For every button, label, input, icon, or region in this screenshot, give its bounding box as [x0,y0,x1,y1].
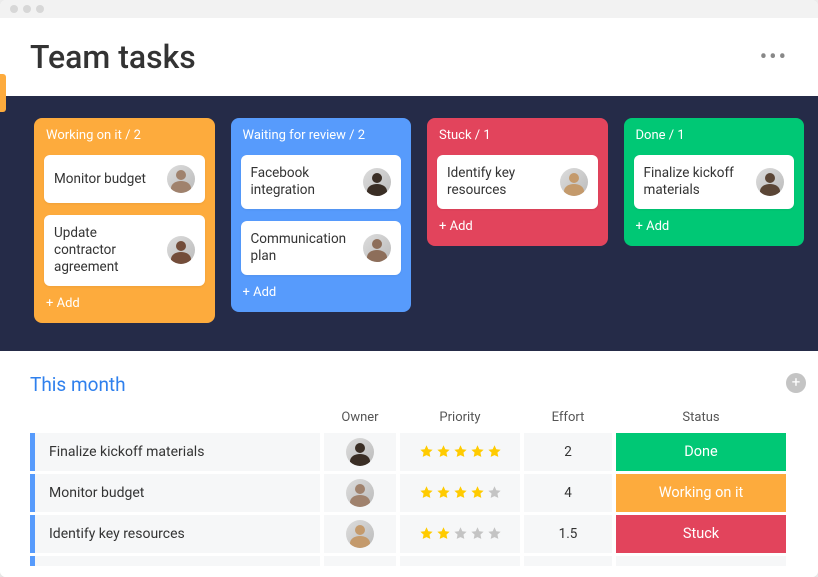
avatar[interactable] [167,165,195,193]
priority-cell[interactable] [400,433,520,471]
column-header-name[interactable] [30,413,320,425]
table-row-stub [400,556,520,566]
task-name-cell[interactable]: Monitor budget [30,474,320,512]
table-row-stub [616,556,786,566]
owner-cell[interactable] [324,474,396,512]
task-table: OwnerPriorityEffortStatus Finalize kickof… [30,406,804,566]
column-header[interactable]: Working on it / 2 [44,128,205,143]
table-section: + This month OwnerPriorityEffortStatus Fi… [0,351,818,577]
effort-cell[interactable]: 2 [524,433,612,471]
column-header[interactable]: Waiting for review / 2 [241,128,402,143]
column-header-priority[interactable]: Priority [400,406,520,433]
star-icon [436,485,451,500]
kanban-card[interactable]: Communication plan [241,221,402,275]
star-icon [470,485,485,500]
page-title: Team tasks [30,38,196,76]
avatar[interactable] [167,236,195,264]
window-dot [36,5,44,13]
card-title: Communication plan [251,231,356,265]
kanban-card[interactable]: Finalize kickoff materials [634,155,795,209]
kanban-column-stuck: Stuck / 1 Identify key resources + Add [427,118,608,246]
column-header[interactable]: Done / 1 [634,128,795,143]
column-header[interactable]: Stuck / 1 [437,128,598,143]
kanban-card[interactable]: Facebook integration [241,155,402,209]
page-header: Team tasks ••• [0,18,818,96]
add-card-button[interactable]: + Add [44,296,205,311]
column-header-owner[interactable]: Owner [324,406,396,433]
owner-cell[interactable] [324,433,396,471]
card-title: Identify key resources [447,165,552,199]
owner-cell[interactable] [324,515,396,553]
star-icon [487,526,502,541]
status-cell[interactable]: Stuck [616,515,786,553]
star-icon [436,526,451,541]
effort-cell[interactable]: 4 [524,474,612,512]
more-options-icon[interactable]: ••• [760,45,788,70]
star-icon [453,526,468,541]
task-name-cell[interactable]: Identify key resources [30,515,320,553]
card-title: Monitor budget [54,171,159,188]
add-card-button[interactable]: + Add [241,285,402,300]
add-column-button[interactable]: + [786,373,806,393]
star-icon [470,526,485,541]
active-page-indicator [0,74,6,112]
star-icon [487,485,502,500]
window-dot [10,5,18,13]
star-icon [419,444,434,459]
kanban-column-done: Done / 1 Finalize kickoff materials + Add [624,118,805,246]
card-title: Update contractor agreement [54,225,159,276]
window-titlebar [0,0,818,18]
avatar[interactable] [346,479,374,507]
star-icon [436,444,451,459]
status-cell[interactable]: Done [616,433,786,471]
avatar[interactable] [346,438,374,466]
priority-cell[interactable] [400,474,520,512]
star-icon [470,444,485,459]
avatar[interactable] [346,520,374,548]
kanban-column-waiting: Waiting for review / 2 Facebook integrati… [231,118,412,312]
table-row-stub [30,556,320,566]
add-card-button[interactable]: + Add [634,219,795,234]
window-dot [23,5,31,13]
effort-cell[interactable]: 1.5 [524,515,612,553]
avatar[interactable] [756,168,784,196]
star-icon [453,444,468,459]
avatar[interactable] [363,168,391,196]
add-card-button[interactable]: + Add [437,219,598,234]
star-icon [419,526,434,541]
avatar[interactable] [560,168,588,196]
table-row-stub [324,556,396,566]
kanban-card[interactable]: Monitor budget [44,155,205,203]
star-icon [419,485,434,500]
kanban-board: Working on it / 2 Monitor budget Update co… [0,96,818,351]
section-title[interactable]: This month [30,373,804,396]
avatar[interactable] [363,234,391,262]
star-icon [487,444,502,459]
card-title: Finalize kickoff materials [644,165,749,199]
kanban-card[interactable]: Update contractor agreement [44,215,205,286]
task-name-cell[interactable]: Finalize kickoff materials [30,433,320,471]
priority-cell[interactable] [400,515,520,553]
status-cell[interactable]: Working on it [616,474,786,512]
table-row-stub [524,556,612,566]
kanban-column-working: Working on it / 2 Monitor budget Update co… [34,118,215,323]
card-title: Facebook integration [251,165,356,199]
column-header-effort[interactable]: Effort [524,406,612,433]
column-header-status[interactable]: Status [616,406,786,433]
kanban-card[interactable]: Identify key resources [437,155,598,209]
star-icon [453,485,468,500]
